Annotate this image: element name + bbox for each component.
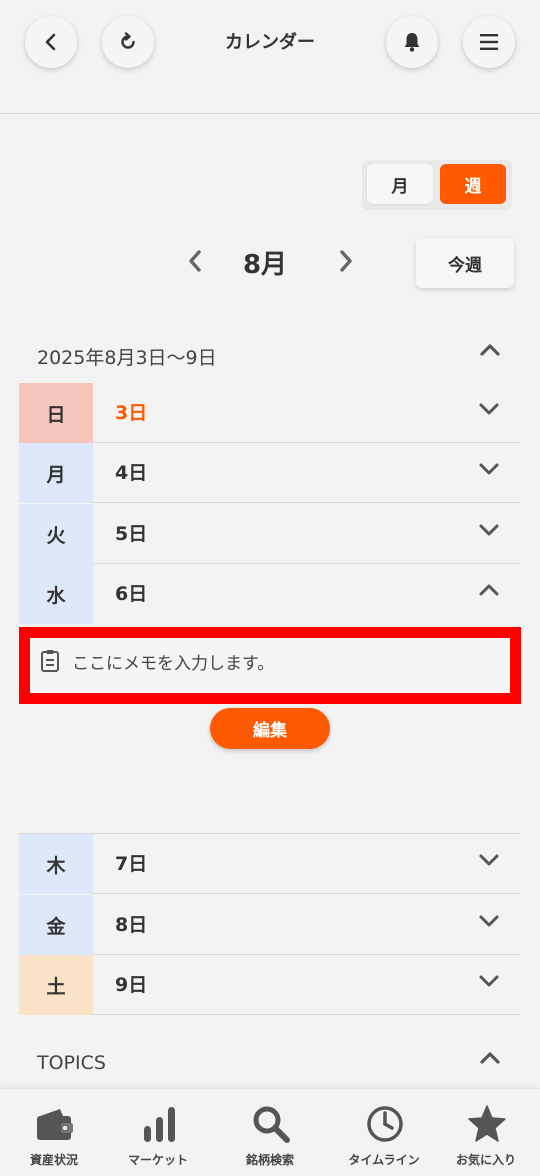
memo-box[interactable]: ここにメモを入力します。 <box>19 627 521 704</box>
clipboard-icon <box>41 650 59 672</box>
day-row-thursday[interactable]: 木 7日 <box>19 834 520 894</box>
next-month-button[interactable] <box>331 244 361 278</box>
chevron-down-icon <box>479 915 499 927</box>
this-week-button[interactable]: 今週 <box>416 238 514 288</box>
notification-button[interactable] <box>386 16 438 68</box>
page-title: カレンダー <box>225 32 315 53</box>
day-row-wednesday[interactable]: 水 6日 <box>19 564 520 624</box>
weekday-cell: 月 <box>19 443 93 503</box>
day-date: 8日 <box>115 914 148 936</box>
weekday-cell: 土 <box>19 955 93 1015</box>
chevron-down-icon <box>479 524 499 536</box>
nav-label: お気に入り <box>455 1153 516 1167</box>
day-row-tuesday[interactable]: 火 5日 <box>19 504 520 564</box>
chevron-down-icon <box>479 975 499 987</box>
nav-label: マーケット <box>127 1153 188 1167</box>
weekday-cell: 火 <box>19 504 93 564</box>
refresh-icon <box>121 32 135 49</box>
nav-favorites[interactable]: お気に入り <box>432 1089 540 1176</box>
chevron-up-icon <box>480 1052 500 1064</box>
week-view-button[interactable]: 週 <box>440 164 506 204</box>
week-collapse-button[interactable] <box>478 338 502 362</box>
refresh-button[interactable] <box>102 16 154 68</box>
clock-icon <box>367 1106 403 1142</box>
chevron-left-icon <box>45 33 56 51</box>
chevron-up-icon <box>480 344 500 356</box>
month-view-button[interactable]: 月 <box>367 164 433 204</box>
day-row-friday[interactable]: 金 8日 <box>19 895 520 955</box>
current-month-label: 8月 <box>242 250 288 280</box>
nav-search[interactable]: 銘柄検索 <box>216 1089 324 1176</box>
nav-assets[interactable]: 資産状況 <box>0 1089 108 1176</box>
chevron-right-icon <box>340 250 352 272</box>
day-row-saturday[interactable]: 土 9日 <box>19 955 520 1015</box>
day-date: 7日 <box>115 853 148 875</box>
day-date: 9日 <box>115 974 148 996</box>
topics-collapse-button[interactable] <box>478 1046 502 1070</box>
day-row-monday[interactable]: 月 4日 <box>19 443 520 503</box>
view-toggle: 月 週 <box>362 160 512 210</box>
hamburger-menu-icon <box>480 34 498 50</box>
weekday-cell: 木 <box>19 834 93 894</box>
chevron-left-icon <box>189 250 201 272</box>
week-range-label: 2025年8月3日〜9日 <box>37 347 217 369</box>
bell-icon <box>404 33 420 52</box>
topics-label: TOPICS <box>37 1052 106 1074</box>
bar-chart-icon <box>144 1107 175 1142</box>
chevron-down-icon <box>479 403 499 415</box>
app-header: カレンダー <box>0 0 540 114</box>
star-icon <box>468 1105 506 1142</box>
nav-timeline[interactable]: タイムライン <box>330 1089 438 1176</box>
memo-text: ここにメモを入力します。 <box>72 654 275 674</box>
menu-button[interactable] <box>463 16 515 68</box>
nav-market[interactable]: マーケット <box>104 1089 212 1176</box>
bottom-nav: 資産状況 マーケット 銘柄検索 タイムライン お気に入り <box>0 1088 540 1176</box>
prev-month-button[interactable] <box>180 244 210 278</box>
nav-label: タイムライン <box>348 1153 420 1167</box>
nav-label: 銘柄検索 <box>245 1153 294 1167</box>
wallet-icon <box>37 1109 73 1140</box>
day-date: 4日 <box>115 462 148 484</box>
day-date: 6日 <box>115 583 148 605</box>
chevron-down-icon <box>479 854 499 866</box>
weekday-cell: 金 <box>19 895 93 955</box>
weekday-cell: 水 <box>19 564 93 624</box>
nav-label: 資産状況 <box>29 1153 78 1167</box>
search-icon <box>253 1106 290 1143</box>
back-button[interactable] <box>25 16 77 68</box>
day-row-sunday[interactable]: 日 3日 <box>19 383 520 443</box>
edit-memo-button[interactable]: 編集 <box>210 708 330 749</box>
day-date: 3日 <box>115 402 148 424</box>
chevron-up-icon <box>479 584 499 596</box>
day-date: 5日 <box>115 523 148 545</box>
chevron-down-icon <box>479 463 499 475</box>
weekday-cell: 日 <box>19 383 93 443</box>
